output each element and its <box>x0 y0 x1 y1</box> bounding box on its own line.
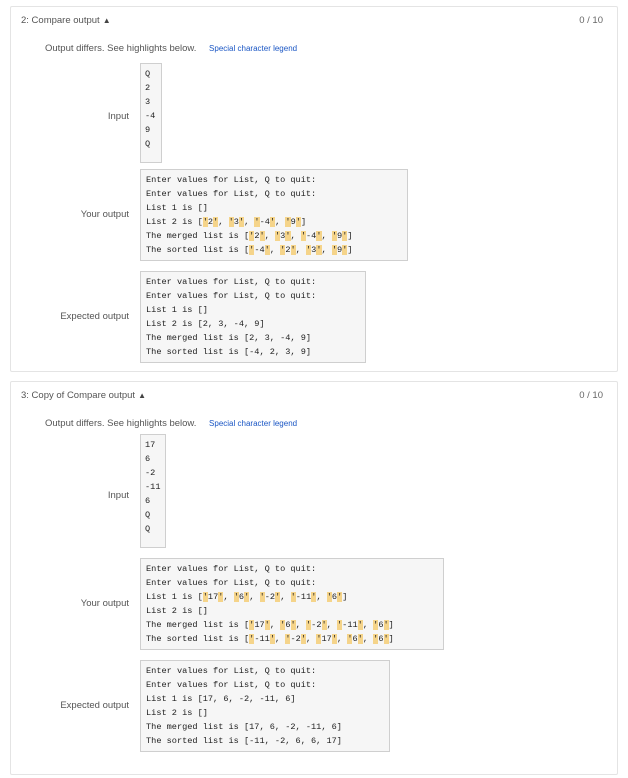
special-character-legend-link[interactable]: Special character legend <box>209 44 297 53</box>
chevron-up-icon[interactable]: ▲ <box>103 16 111 25</box>
expected-output-box: Enter values for List, Q to quit: Enter … <box>140 271 366 363</box>
your-output-box: Enter values for List, Q to quit: Enter … <box>140 558 444 650</box>
card-title: 3: Copy of Compare output <box>21 390 136 401</box>
expected-output-box: Enter values for List, Q to quit: Enter … <box>140 660 390 752</box>
diff-line-6: The sorted list is ['-11', '-2', '17', '… <box>146 634 394 644</box>
card-header[interactable]: 2: Compare output ▲ 0 / 10 <box>11 7 617 33</box>
special-character-legend-link[interactable]: Special character legend <box>209 419 297 428</box>
card-score: 0 / 10 <box>579 390 603 401</box>
your-output-label: Your output <box>80 598 129 609</box>
test-card-2: 2: Compare output ▲ 0 / 10 Output differs… <box>10 6 618 372</box>
diff-line-6: The sorted list is ['-4', '2', '3', '9'] <box>146 245 353 255</box>
input-label: Input <box>107 490 129 501</box>
chevron-up-icon[interactable]: ▲ <box>138 391 146 400</box>
diff-message: Output differs. See highlights below. Sp… <box>45 418 298 429</box>
expected-output-label: Expected output <box>60 700 129 711</box>
card-score: 0 / 10 <box>579 15 603 26</box>
expected-output-label: Expected output <box>60 311 129 322</box>
input-box: Q 2 3 -4 9 Q <box>140 63 162 163</box>
diff-line-5: The merged list is ['17', '6', '-2', '-1… <box>146 620 394 630</box>
diff-message: Output differs. See highlights below. Sp… <box>45 43 298 54</box>
diff-line-4: List 2 is ['2', '3', '-4', '9'] <box>146 217 307 227</box>
card-title: 2: Compare output <box>21 15 100 26</box>
input-box: 17 6 -2 -11 6 Q Q <box>140 434 166 548</box>
diff-line-5: The merged list is ['2', '3', '-4', '9'] <box>146 231 353 241</box>
diff-line-3: List 1 is ['17', '6', '-2', '-11', '6'] <box>146 592 348 602</box>
input-label: Input <box>107 111 129 122</box>
your-output-label: Your output <box>80 209 129 220</box>
test-card-3: 3: Copy of Compare output ▲ 0 / 10 Output… <box>10 381 618 775</box>
your-output-box: Enter values for List, Q to quit: Enter … <box>140 169 408 261</box>
card-header[interactable]: 3: Copy of Compare output ▲ 0 / 10 <box>11 382 617 408</box>
